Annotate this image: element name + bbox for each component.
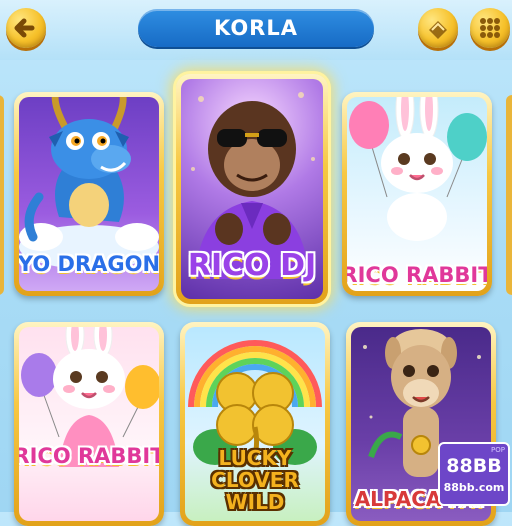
- watermark-brand: 88BB: [446, 455, 502, 477]
- grid-icon: [480, 18, 500, 38]
- watermark-tag: POP: [491, 446, 505, 454]
- game-title: YO DRAGON: [19, 252, 159, 276]
- chevron-down-icon: [429, 21, 447, 39]
- watermark-url: 88bb.com: [443, 481, 505, 494]
- game-title: LUCKY CLOVER WILD: [211, 446, 299, 514]
- game-card-rico-rabbit[interactable]: RICO RABBIT: [342, 92, 492, 296]
- page-title: KORLA: [214, 16, 298, 40]
- game-card-lucky-clover-wild[interactable]: LUCKY CLOVER WILD: [180, 322, 330, 526]
- game-card-rico-dj[interactable]: RICO DJ: [176, 74, 328, 304]
- game-title: RICO RABBIT: [347, 263, 487, 287]
- menu-grid-button[interactable]: [470, 8, 510, 48]
- game-title: RICO RABBIT: [19, 444, 159, 468]
- game-card-yo-dragon[interactable]: YO DRAGON: [14, 92, 164, 296]
- back-button[interactable]: [6, 8, 46, 48]
- page-title-pill: KORLA: [138, 9, 374, 47]
- white-rabbit-balloons-icon: [349, 97, 487, 241]
- edge-card-right: [506, 95, 512, 295]
- top-bar: KORLA: [0, 0, 512, 60]
- dropdown-button[interactable]: [418, 8, 458, 48]
- brand-watermark-badge: POP 88BB 88bb.com: [438, 442, 510, 506]
- edge-card-left: [0, 95, 4, 295]
- bunny-pink-dress-icon: [21, 327, 159, 467]
- game-card-rico-rabbit-2[interactable]: RICO RABBIT: [14, 322, 164, 526]
- arrow-left-icon: [14, 18, 35, 38]
- game-title: RICO DJ: [187, 248, 317, 283]
